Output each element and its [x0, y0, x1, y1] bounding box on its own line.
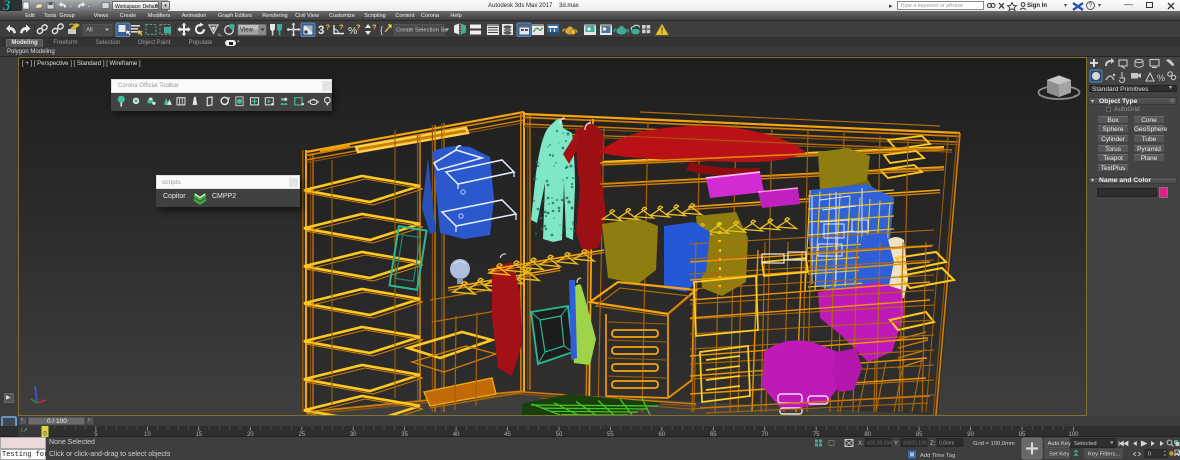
svg-text:{: {	[380, 25, 383, 35]
svg-text:Y:: Y:	[894, 441, 900, 447]
svg-text:0: 0	[1148, 452, 1151, 458]
svg-text:0,0mm: 0,0mm	[939, 441, 954, 447]
svg-text:Add Time Tag: Add Time Tag	[920, 453, 955, 459]
svg-text:Set Key: Set Key	[1049, 452, 1069, 458]
svg-text:Key Filters...: Key Filters...	[1088, 452, 1121, 458]
svg-text:400,38,584: 400,38,584	[867, 441, 892, 447]
svg-text:All: All	[86, 28, 93, 34]
svg-text:40600,106: 40600,106	[903, 441, 927, 447]
svg-text:Create Selection Se: Create Selection Se	[396, 28, 448, 34]
svg-text:%: %	[1157, 73, 1165, 83]
svg-text:View: View	[240, 28, 254, 34]
svg-text:?: ?	[356, 23, 361, 32]
svg-text:?: ?	[372, 23, 377, 32]
svg-text:3: 3	[318, 25, 324, 37]
svg-text:Grid = 100,0mm: Grid = 100,0mm	[973, 441, 1015, 447]
svg-text:?: ?	[326, 23, 331, 32]
svg-text:?: ?	[339, 23, 344, 32]
svg-text:!: !	[661, 27, 664, 36]
svg-text:X:: X:	[858, 441, 864, 447]
svg-text:Auto Key: Auto Key	[1048, 441, 1072, 447]
svg-text:Z:: Z:	[930, 441, 936, 447]
svg-text:Selected: Selected	[1074, 441, 1097, 447]
